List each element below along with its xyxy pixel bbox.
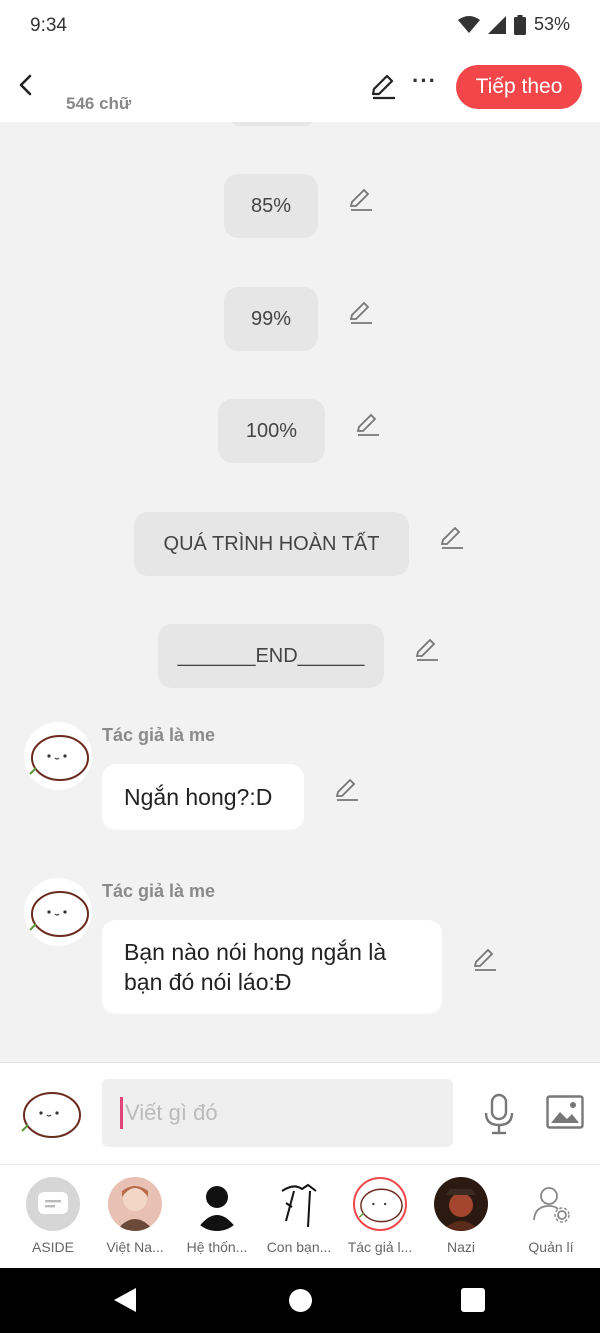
character-avatar [434,1177,488,1231]
mochi-avatar-icon [21,1092,81,1138]
character-label: Quản lí [528,1239,574,1255]
manage-user-icon [524,1177,578,1231]
editor-header: 546 chữ ··· Tiếp theo [0,54,600,122]
edit-pencil-icon[interactable] [348,186,374,212]
selected-character-avatar[interactable] [16,1079,84,1147]
system-navigation-bar [0,1268,600,1333]
character-avatar [272,1177,326,1231]
mochi-avatar-icon [29,891,89,937]
character-label: ASIDE [31,1239,74,1255]
nav-home-icon[interactable] [289,1289,312,1312]
nav-recents-icon[interactable] [461,1288,485,1312]
narration-bubble[interactable]: 99% [224,287,318,351]
narration-bubble[interactable]: 100% [218,399,325,463]
status-icons: 53% [457,14,570,35]
nav-back-icon[interactable] [114,1288,136,1312]
edit-pencil-icon[interactable] [414,636,440,662]
character-viet-nam[interactable]: Việt Na... [95,1177,175,1255]
author-avatar[interactable] [24,878,92,946]
character-con-ban[interactable]: Con bạn... [259,1177,339,1255]
battery-percent: 53% [533,14,570,34]
image-icon[interactable] [546,1095,584,1129]
character-label: Tác giả l... [347,1239,413,1255]
character-label: Hệ thốn... [186,1239,248,1255]
edit-pencil-icon[interactable] [355,411,381,437]
author-name: Tác giả là me [102,725,216,745]
message-input-placeholder: Viết gì đó [125,1100,218,1125]
word-count: 546 chữ [66,94,132,113]
edit-pencil-icon[interactable] [439,524,465,550]
battery-icon [513,14,526,35]
character-label: Việt Na... [106,1239,164,1255]
message-composer: Viết gì đó [0,1062,600,1164]
edit-pencil-icon[interactable] [334,776,360,802]
text-caret [120,1097,123,1129]
back-arrow-icon[interactable] [14,70,38,100]
narration-bubble[interactable]: QUÁ TRÌNH HOÀN TẤT [134,512,409,576]
narration-bubble[interactable]: 85% [224,174,318,238]
manage-characters[interactable]: Quản lí [511,1177,591,1255]
status-bar: 9:34 53% [0,0,600,54]
aside-icon [26,1177,80,1231]
mochi-avatar-icon [29,735,89,781]
message-input[interactable]: Viết gì đó [102,1079,453,1147]
edit-pencil-icon[interactable] [348,299,374,325]
wifi-icon [457,15,480,33]
narration-bubble-partial[interactable] [227,122,317,126]
author-name: Tác giả là me [102,881,216,901]
character-tac-gia[interactable]: Tác giả l... [340,1177,420,1255]
character-label: Con bạn... [266,1239,332,1255]
author-avatar[interactable] [24,722,92,790]
more-options-icon[interactable]: ··· [412,68,437,94]
signal-icon [487,15,506,34]
character-he-thong[interactable]: Hệ thốn... [177,1177,257,1255]
edit-pencil-icon[interactable] [472,946,498,972]
narration-bubble[interactable]: _______END______ [158,624,384,688]
status-time: 9:34 [30,15,67,36]
next-button[interactable]: Tiếp theo [456,65,582,109]
character-bar: ASIDE Việt Na... Hệ thốn... Con bạn... T… [0,1164,600,1268]
character-nazi[interactable]: Nazi [421,1177,501,1255]
message-bubble[interactable]: Ngắn hong?:D [102,764,304,830]
character-avatar [190,1177,244,1231]
message-bubble[interactable]: Bạn nào nói hong ngắn là bạn đó nói láo:… [102,920,442,1014]
character-avatar-selected [353,1177,407,1231]
character-aside[interactable]: ASIDE [13,1177,93,1255]
story-chat-area[interactable]: 85% 99% 100% QUÁ TRÌNH HOÀN TẤT _______E… [0,122,600,1062]
microphone-icon[interactable] [483,1093,515,1135]
edit-pen-icon[interactable] [369,72,397,100]
character-avatar [108,1177,162,1231]
character-label: Nazi [446,1239,475,1255]
